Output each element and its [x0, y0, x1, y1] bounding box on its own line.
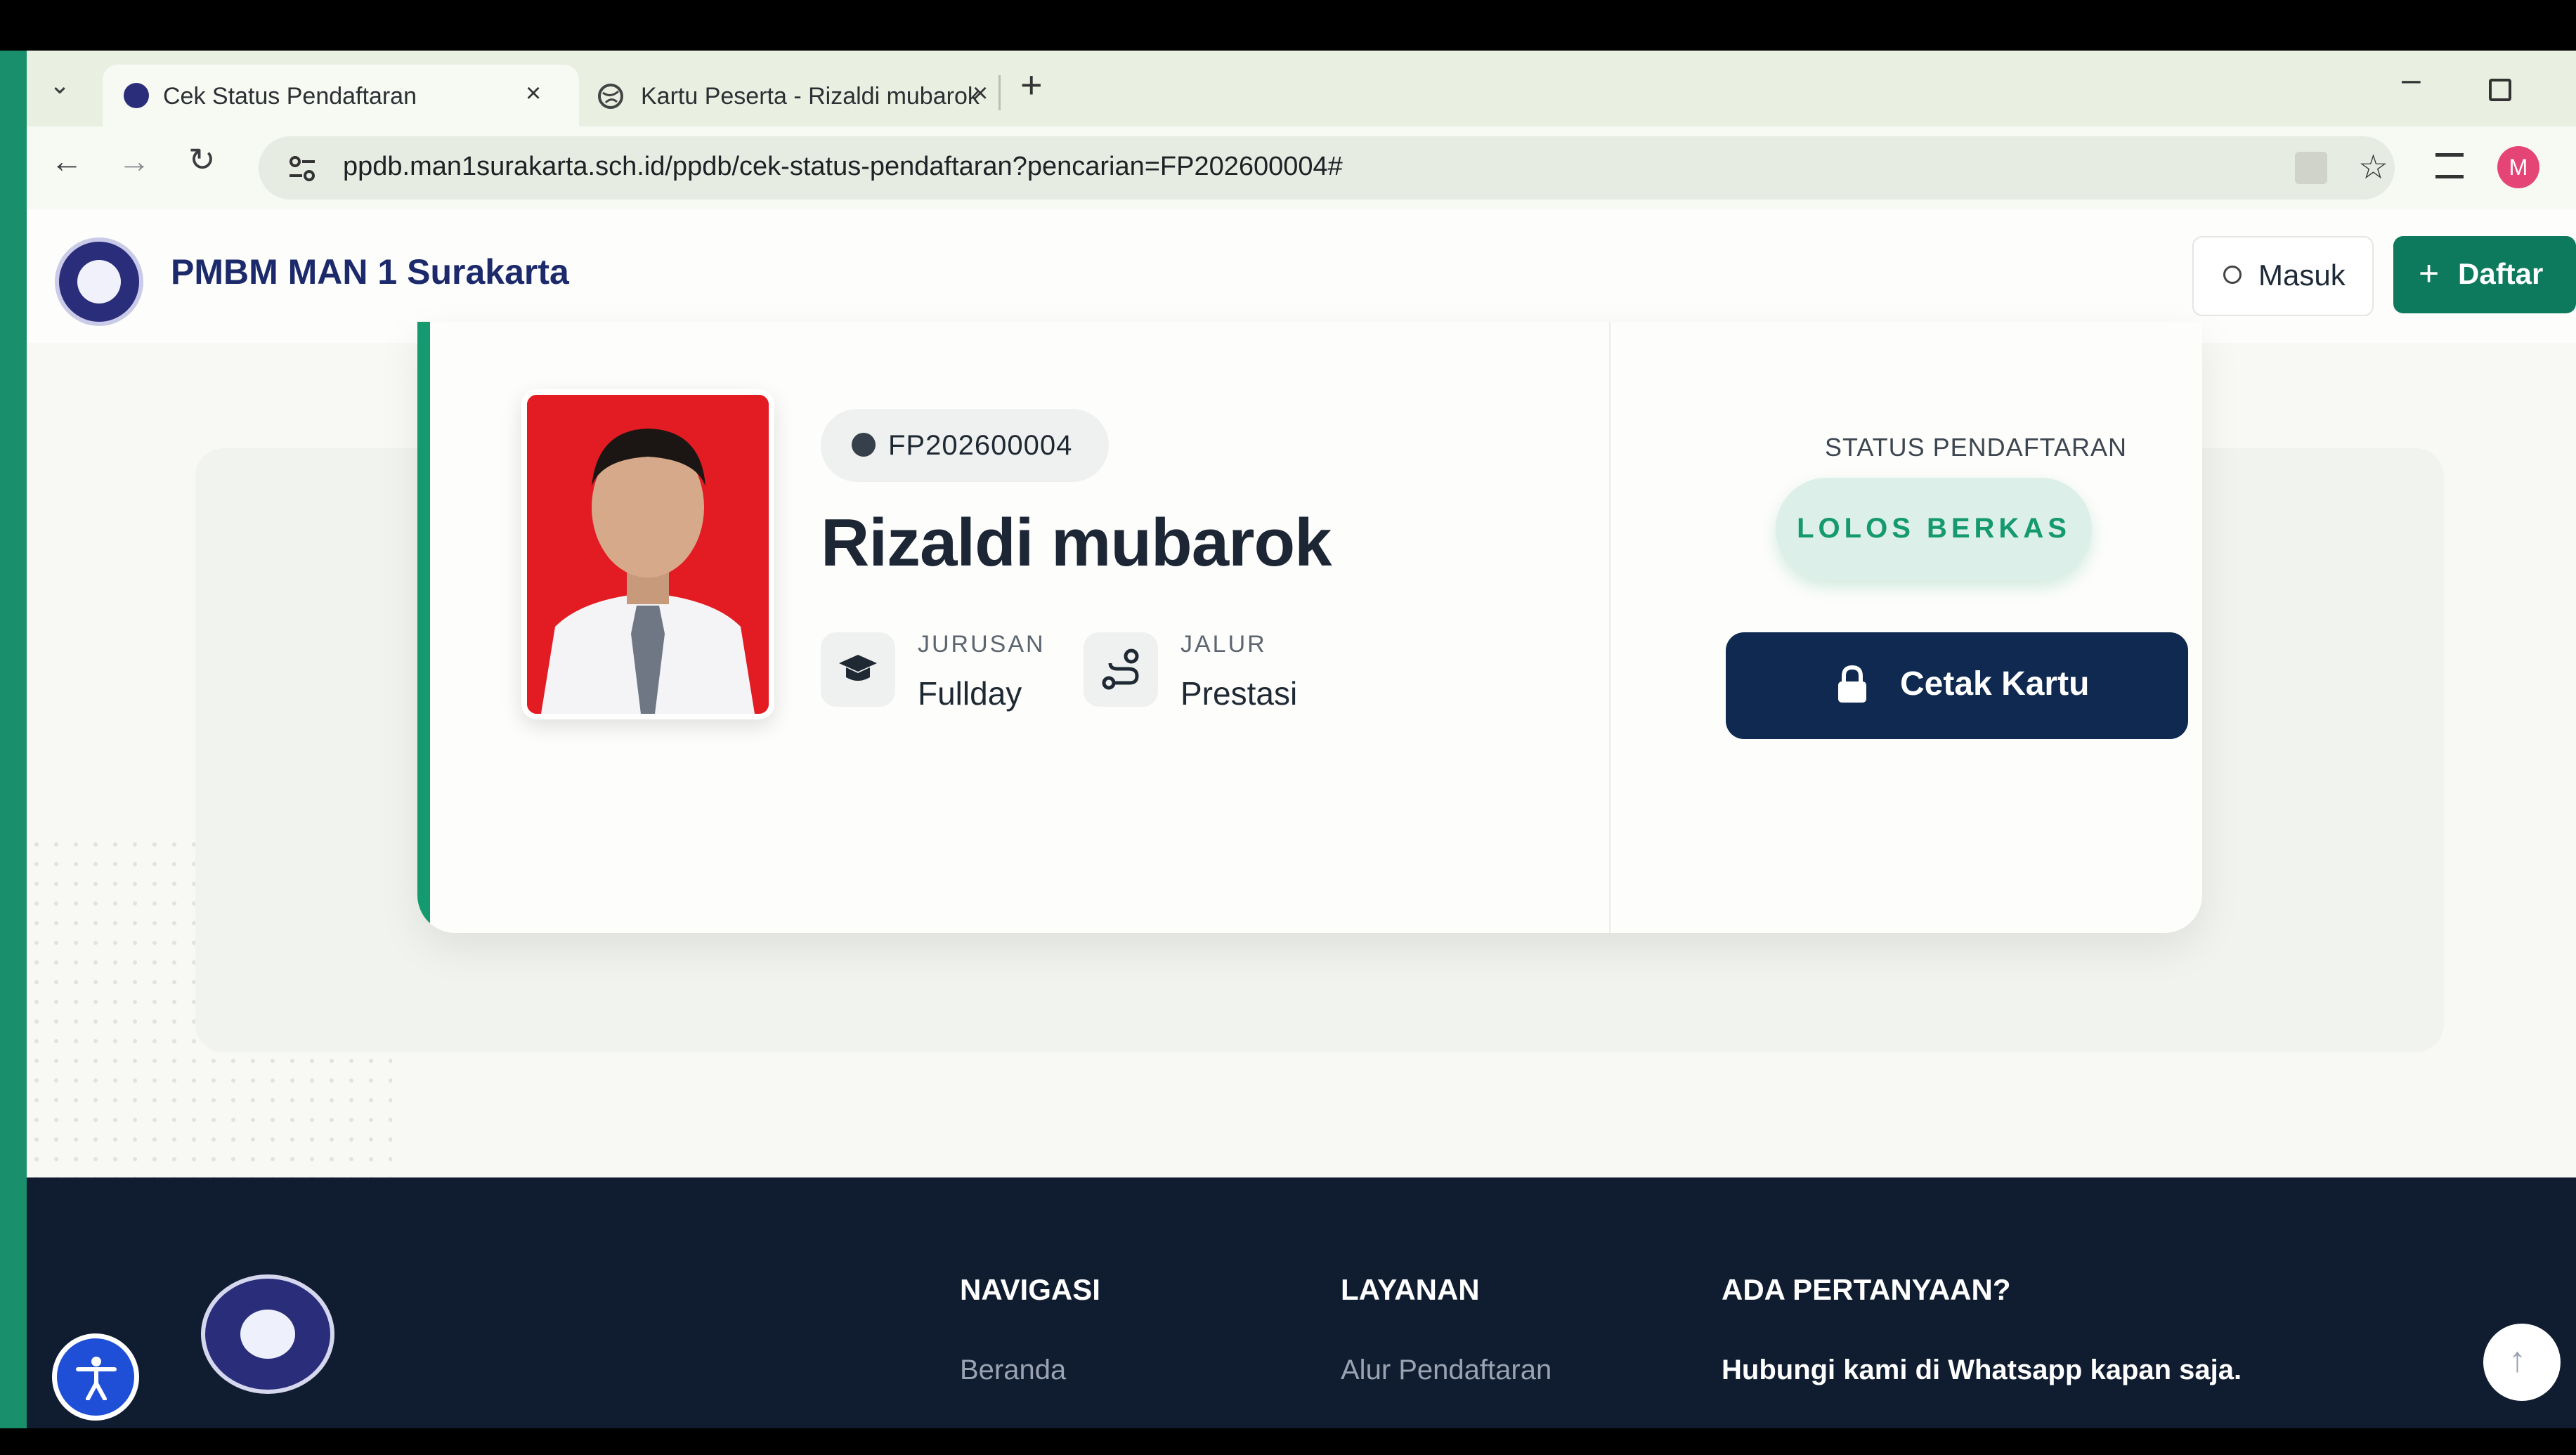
arrow-up-icon: ↑: [2509, 1340, 2526, 1379]
main-content: FP202600004 Rizaldi mubarok JURUSAN Full…: [27, 322, 2576, 1221]
tab-title: Kartu Peserta - Rizaldi mubarok: [641, 83, 980, 110]
bottom-strip: [0, 1428, 2576, 1455]
tab-list-icon[interactable]: ⌄: [49, 70, 70, 100]
translate-icon[interactable]: [2295, 152, 2327, 184]
close-tab-icon[interactable]: ×: [972, 79, 988, 109]
login-icon: [2223, 266, 2242, 284]
left-border: [0, 51, 27, 1455]
footer-whatsapp-text[interactable]: Hubungi kami di Whatsapp kapan saja.: [1722, 1355, 2242, 1386]
close-tab-icon[interactable]: ×: [526, 79, 541, 109]
footer-question-heading: ADA PERTANYAAN?: [1722, 1273, 2011, 1306]
footer-nav-heading: NAVIGASI: [960, 1273, 1100, 1306]
accessibility-icon: [76, 1357, 117, 1400]
scroll-to-top-button[interactable]: ↑: [2483, 1324, 2561, 1401]
back-icon[interactable]: ←: [51, 142, 83, 180]
graduation-cap-icon: [821, 632, 895, 707]
plus-icon: +: [2419, 254, 2440, 293]
fingerprint-icon: [852, 433, 876, 457]
tab-separator: [998, 75, 1001, 110]
card-divider: [1609, 322, 1611, 933]
bookmark-star-icon[interactable]: ☆: [2358, 148, 2388, 187]
footer-service-heading: LAYANAN: [1341, 1273, 1480, 1306]
minimize-icon[interactable]: –: [2402, 60, 2421, 99]
lock-icon: [1838, 665, 1866, 703]
status-label: STATUS PENDAFTARAN: [1824, 433, 2128, 462]
path-value: Prestasi: [1180, 675, 1298, 712]
logo-emblem-icon: [240, 1310, 295, 1359]
tab-cek-status[interactable]: Cek Status Pendaftaran ×: [103, 65, 579, 126]
registrant-name: Rizaldi mubarok: [821, 505, 1332, 580]
card-accent-bar: [417, 322, 430, 933]
footer-link-alur-pendaftaran[interactable]: Alur Pendaftaran: [1341, 1355, 1552, 1386]
tab-title: Cek Status Pendaftaran: [163, 83, 417, 110]
print-card-label: Cetak Kartu: [1900, 665, 2090, 703]
register-label: Daftar: [2458, 257, 2544, 290]
forward-icon[interactable]: →: [118, 142, 150, 180]
top-strip: [0, 0, 2576, 51]
url-text: ppdb.man1surakarta.sch.id/ppdb/cek-statu…: [343, 152, 1343, 181]
login-button[interactable]: Masuk: [2192, 236, 2374, 316]
status-value: LOLOS BERKAS: [1797, 513, 2071, 544]
tab-kartu-peserta[interactable]: Kartu Peserta - Rizaldi mubarok ×: [593, 65, 994, 126]
accessibility-button[interactable]: [52, 1333, 139, 1421]
globe-icon: [598, 84, 623, 109]
profile-avatar[interactable]: M: [2497, 146, 2539, 188]
site-settings-icon: [290, 156, 315, 181]
logo-emblem-icon: [77, 260, 121, 304]
restore-icon[interactable]: [2489, 79, 2511, 101]
reading-list-icon[interactable]: [2435, 153, 2464, 178]
reload-icon[interactable]: ↻: [188, 141, 216, 178]
registration-id: FP202600004: [888, 430, 1073, 461]
registration-status-card: FP202600004 Rizaldi mubarok JURUSAN Full…: [417, 322, 2202, 933]
new-tab-icon[interactable]: +: [1020, 63, 1043, 107]
major-value: Fullday: [918, 675, 1022, 712]
footer-school-logo: [201, 1274, 334, 1394]
site-footer: NAVIGASI Beranda LAYANAN Alur Pendaftara…: [27, 1177, 2576, 1455]
print-card-button[interactable]: Cetak Kartu: [1726, 632, 2188, 739]
path-label: JALUR: [1180, 631, 1267, 658]
address-bar: ← → ↻ ppdb.man1surakarta.sch.id/ppdb/cek…: [27, 126, 2576, 211]
url-field[interactable]: ppdb.man1surakarta.sch.id/ppdb/cek-statu…: [259, 136, 2395, 200]
tab-bar: ⌄ Cek Status Pendaftaran × Kartu Peserta…: [27, 51, 2576, 126]
registrant-photo: [521, 389, 774, 719]
browser-window: ⌄ Cek Status Pendaftaran × Kartu Peserta…: [27, 51, 2576, 1455]
major-label: JURUSAN: [918, 631, 1046, 658]
footer-link-beranda[interactable]: Beranda: [960, 1355, 1066, 1386]
register-button[interactable]: + Daftar: [2393, 236, 2576, 313]
registration-id-badge: FP202600004: [821, 409, 1109, 482]
site-brand[interactable]: PMBM MAN 1 Surakarta: [171, 252, 569, 292]
route-icon: [1084, 632, 1158, 707]
school-logo[interactable]: [55, 237, 143, 326]
login-label: Masuk: [2258, 259, 2346, 292]
status-badge: LOLOS BERKAS: [1776, 478, 2092, 580]
site-favicon-icon: [124, 83, 149, 108]
